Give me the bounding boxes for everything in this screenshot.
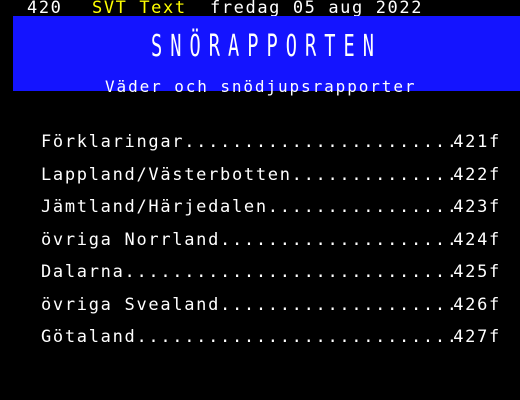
dot-leader [268,197,453,217]
dot-leader [220,295,453,315]
page-title: SNÖRAPPORTEN [150,29,383,64]
page-number: 420 [27,0,63,18]
service-name: SVT Text [92,0,187,18]
menu-item-label: Dalarna [41,262,125,283]
menu-item-page: 426f [453,294,501,315]
page-subtitle: Väder och snödjupsrapporter [105,77,417,96]
menu-item-label: Lappland/Västerbotten [41,164,292,185]
title-banner: SNÖRAPPORTEN Väder och snödjupsrapporter [13,16,520,95]
menu-item-page: 424f [453,229,501,250]
header-date: fredag 05 aug 2022 [210,0,424,18]
menu-item-page: 422f [453,164,501,185]
index-menu: Förklaringar 421f Lappland/Västerbotten … [41,126,501,354]
menu-item-page: 425f [453,262,501,283]
teletext-header: 420 SVT Text fredag 05 aug 2022 [0,0,520,18]
menu-item-dalarna[interactable]: Dalarna 425f [41,256,501,289]
menu-item-page: 427f [453,327,501,348]
menu-item-page: 421f [453,132,501,153]
menu-item-page: 423f [453,197,501,218]
dot-leader [136,327,453,347]
menu-item-lappland-vasterbotten[interactable]: Lappland/Västerbotten 422f [41,159,501,192]
dot-leader [184,132,453,152]
menu-item-label: Jämtland/Härjedalen [41,197,268,218]
dot-leader [220,230,453,250]
menu-item-gotaland[interactable]: Götaland 427f [41,321,501,354]
dot-leader [125,262,454,282]
dot-leader [292,165,454,185]
menu-item-jamtland-harjedalen[interactable]: Jämtland/Härjedalen 423f [41,191,501,224]
menu-item-label: övriga Norrland [41,229,221,250]
menu-item-label: Förklaringar [41,132,185,153]
menu-item-forklaringar[interactable]: Förklaringar 421f [41,126,501,159]
menu-item-label: övriga Svealand [41,294,221,315]
menu-item-label: Götaland [41,327,137,348]
menu-item-ovriga-svealand[interactable]: övriga Svealand 426f [41,289,501,322]
menu-item-ovriga-norrland[interactable]: övriga Norrland 424f [41,224,501,257]
